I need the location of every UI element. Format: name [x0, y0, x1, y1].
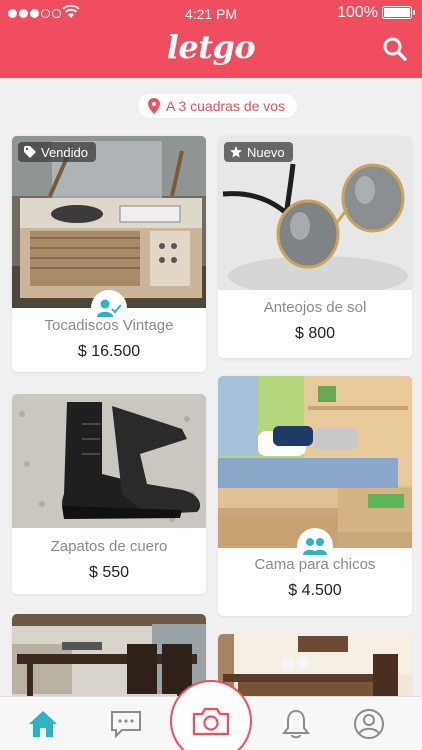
- tab-home[interactable]: [26, 707, 60, 741]
- users-icon: [303, 538, 327, 555]
- product-card[interactable]: Zapatos de cuero $ 550: [12, 394, 206, 594]
- camera-icon: [192, 707, 230, 736]
- product-image: [218, 376, 412, 548]
- verified-user-icon: [97, 299, 122, 317]
- product-price: $ 800: [294, 325, 336, 342]
- product-card[interactable]: Vendido Tocadiscos Vintage $ 16.500: [12, 136, 206, 372]
- product-card[interactable]: Cama para chicos $ 4.500: [218, 376, 412, 616]
- product-title: Tocadiscos Vintage: [44, 317, 174, 334]
- product-price: $ 4.500: [288, 582, 342, 599]
- tag-icon: [24, 146, 36, 158]
- profile-icon: [354, 709, 384, 739]
- tab-notifications[interactable]: [279, 707, 313, 741]
- new-badge: Nuevo: [224, 142, 293, 162]
- badge-label: Vendido: [41, 144, 88, 160]
- battery-icon: [382, 6, 415, 19]
- search-icon[interactable]: [382, 36, 408, 62]
- star-icon: [230, 146, 242, 158]
- battery-percentage: 100%: [337, 4, 378, 21]
- location-filter-chip[interactable]: A 3 cuadras de vos: [138, 94, 298, 118]
- app-header: 4:21 PM 100% letgo: [0, 0, 422, 78]
- product-price: $ 550: [88, 564, 130, 581]
- product-price: $ 16.500: [77, 343, 141, 360]
- tab-chat[interactable]: [109, 707, 143, 741]
- product-card[interactable]: Nuevo Anteojos de sol $ 800: [218, 136, 412, 358]
- tab-profile[interactable]: [352, 707, 386, 741]
- chat-icon: [111, 711, 141, 738]
- location-pin-icon: [148, 98, 160, 114]
- bell-icon: [282, 709, 310, 739]
- product-title: Cama para chicos: [254, 556, 376, 573]
- app-logo: letgo: [166, 28, 256, 66]
- product-title: Zapatos de cuero: [50, 538, 168, 555]
- location-label: A 3 cuadras de vos: [166, 98, 286, 114]
- sold-badge: Vendido: [18, 142, 96, 162]
- home-icon: [29, 711, 57, 737]
- status-bar: 4:21 PM 100%: [0, 0, 422, 26]
- badge-label: Nuevo: [247, 144, 285, 160]
- product-image: [12, 394, 206, 528]
- product-title: Anteojos de sol: [263, 299, 367, 316]
